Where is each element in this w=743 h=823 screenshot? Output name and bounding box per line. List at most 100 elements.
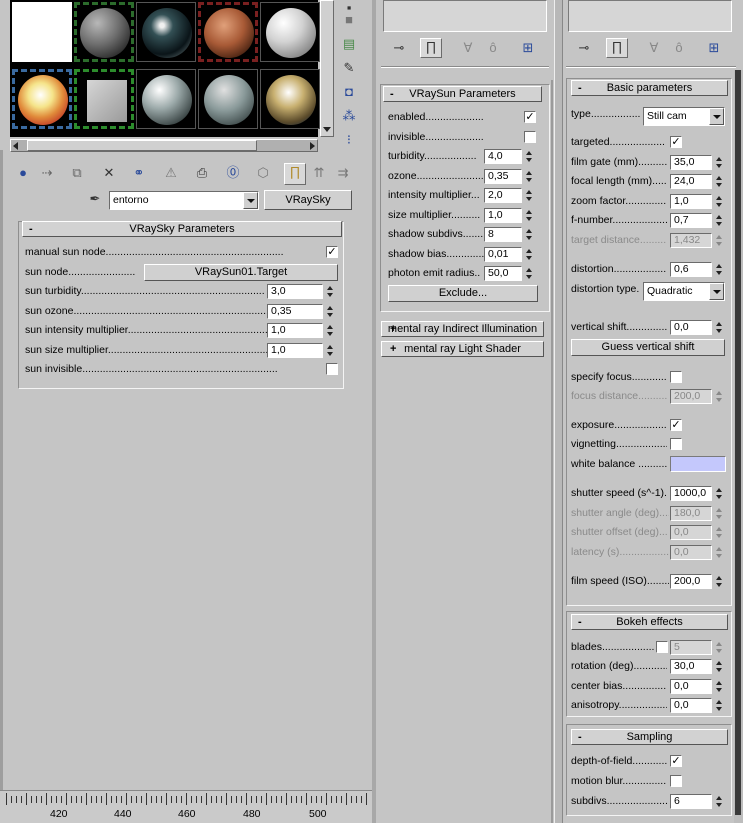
chevron-down-icon[interactable]: [709, 108, 724, 125]
camera-type-dropdown[interactable]: Still cam: [643, 107, 725, 126]
mental-ray-indirect-illumination-rollout[interactable]: + mental ray Indirect Illumination: [381, 321, 544, 337]
param-spinner[interactable]: 50,0: [484, 266, 522, 281]
param-spinner[interactable]: 35,0: [670, 155, 712, 170]
spinner-arrows-icon[interactable]: [714, 320, 724, 335]
chevron-down-icon[interactable]: [709, 283, 724, 300]
chevron-down-icon[interactable]: [243, 192, 258, 209]
sampling-header[interactable]: - Sampling: [571, 729, 728, 745]
pin-icon[interactable]: ⊸: [575, 40, 593, 58]
param-checkbox[interactable]: ✓: [524, 111, 536, 123]
stack-icon[interactable]: ∏: [606, 38, 628, 58]
sample-slot[interactable]: [74, 69, 134, 129]
vraysun-rollout-header[interactable]: - VRaySun Parameters: [383, 86, 542, 102]
param-checkbox[interactable]: ✓: [670, 755, 682, 767]
go-to-parent-icon[interactable]: ⇈: [310, 165, 328, 183]
lock-icon[interactable]: ô: [670, 40, 688, 58]
param-spinner[interactable]: 0,6: [670, 262, 712, 277]
scroll-thumb[interactable]: [27, 140, 257, 151]
sample-slot[interactable]: [136, 2, 196, 62]
param-spinner[interactable]: 1,0: [267, 323, 323, 338]
param-checkbox[interactable]: ✓: [326, 246, 338, 258]
options-icon[interactable]: ⁝: [340, 132, 358, 150]
video-check-icon[interactable]: ◘: [340, 84, 358, 102]
spinner-arrows-icon[interactable]: [714, 155, 724, 170]
slots-vertical-scrollbar[interactable]: [320, 0, 334, 137]
spinner-arrows-icon[interactable]: [714, 794, 724, 809]
sample-slot[interactable]: [12, 2, 72, 62]
spinner-arrows-icon[interactable]: [524, 188, 534, 203]
spinner-arrows-icon[interactable]: [714, 640, 724, 655]
sample-slot-grid[interactable]: [10, 0, 320, 137]
param-spinner[interactable]: 1000,0: [670, 486, 712, 501]
backlight-icon[interactable]: ■: [340, 12, 358, 30]
scroll-thumb[interactable]: [735, 70, 741, 815]
stack-icon[interactable]: ∏: [420, 38, 442, 58]
param-spinner[interactable]: 1,0: [484, 208, 522, 223]
put-to-scene-icon[interactable]: ⇢: [38, 165, 56, 183]
blades-checkbox[interactable]: [656, 641, 668, 653]
right-panel-scrollbar[interactable]: [734, 70, 743, 823]
background-icon[interactable]: ▤: [340, 36, 358, 54]
pin-icon[interactable]: ⊸: [390, 40, 408, 58]
scroll-right-arrow-icon[interactable]: [310, 142, 315, 150]
spinner-arrows-icon[interactable]: [524, 149, 534, 164]
vertical-shift-spinner[interactable]: 0,0: [670, 320, 712, 335]
spinner-arrows-icon[interactable]: [714, 698, 724, 713]
mental-ray-light-shader-rollout[interactable]: + mental ray Light Shader: [381, 341, 544, 357]
spinner-arrows-icon[interactable]: [714, 545, 724, 560]
spinner-arrows-icon[interactable]: [714, 679, 724, 694]
param-checkbox[interactable]: ✓: [670, 136, 682, 148]
spinner-arrows-icon[interactable]: [714, 659, 724, 674]
material-type-button[interactable]: VRaySky: [264, 190, 352, 210]
param-spinner[interactable]: 0,0: [670, 525, 712, 540]
get-material-icon[interactable]: ●: [14, 165, 32, 183]
go-forward-sibling-icon[interactable]: ⇉: [334, 165, 352, 183]
param-spinner[interactable]: 1,0: [267, 343, 323, 358]
param-spinner[interactable]: 0,0: [670, 545, 712, 560]
param-button[interactable]: VRaySun01.Target: [144, 264, 338, 281]
param-spinner[interactable]: 4,0: [484, 149, 522, 164]
pick-material-dropper-icon[interactable]: ✒: [86, 191, 104, 209]
param-checkbox[interactable]: [524, 131, 536, 143]
sample-slot[interactable]: [260, 69, 320, 129]
uv-tiling-icon[interactable]: ✎: [340, 60, 358, 78]
make-preview-icon[interactable]: ⁂: [340, 108, 358, 126]
param-spinner[interactable]: 6: [670, 794, 712, 809]
object-list-box[interactable]: [568, 0, 732, 32]
spinner-arrows-icon[interactable]: [524, 169, 534, 184]
param-spinner[interactable]: 1,0: [670, 194, 712, 209]
material-effects-channel-icon[interactable]: ⓪: [224, 165, 242, 183]
spinner-arrows-icon[interactable]: [714, 506, 724, 521]
lock-icon[interactable]: ô: [484, 40, 502, 58]
sample-slot[interactable]: [12, 69, 72, 129]
spinner-arrows-icon[interactable]: [524, 266, 534, 281]
vraysky-rollout-header[interactable]: - VRaySky Parameters: [22, 221, 342, 237]
blades-spinner[interactable]: 5: [670, 640, 712, 655]
param-spinner[interactable]: 0,0: [670, 679, 712, 694]
spinner-arrows-icon[interactable]: [714, 525, 724, 540]
configure-icon[interactable]: ⊞: [705, 40, 723, 58]
spinner-arrows-icon[interactable]: [714, 213, 724, 228]
spinner-arrows-icon[interactable]: [524, 208, 534, 223]
spinner-arrows-icon[interactable]: [714, 174, 724, 189]
material-name-field[interactable]: entorno: [109, 191, 259, 210]
param-spinner[interactable]: 2,0: [484, 188, 522, 203]
spinner-arrows-icon[interactable]: [714, 233, 724, 248]
basic-parameters-header[interactable]: - Basic parameters: [571, 80, 728, 96]
param-spinner[interactable]: 200,0: [670, 574, 712, 589]
funnel-icon[interactable]: ∀: [645, 40, 663, 58]
scroll-down-arrow-icon[interactable]: [323, 127, 331, 132]
scroll-left-arrow-icon[interactable]: [13, 142, 18, 150]
param-spinner[interactable]: 0,7: [670, 213, 712, 228]
spinner-arrows-icon[interactable]: [714, 486, 724, 501]
spinner-arrows-icon[interactable]: [714, 389, 724, 404]
spinner-arrows-icon[interactable]: [325, 304, 335, 319]
spinner-arrows-icon[interactable]: [714, 262, 724, 277]
spinner-arrows-icon[interactable]: [714, 574, 724, 589]
param-spinner[interactable]: 0,35: [267, 304, 323, 319]
param-spinner[interactable]: 0,01: [484, 247, 522, 262]
spinner-arrows-icon[interactable]: [524, 247, 534, 262]
param-spinner[interactable]: 0,0: [670, 698, 712, 713]
param-checkbox[interactable]: [326, 363, 338, 375]
spinner-arrows-icon[interactable]: [325, 343, 335, 358]
